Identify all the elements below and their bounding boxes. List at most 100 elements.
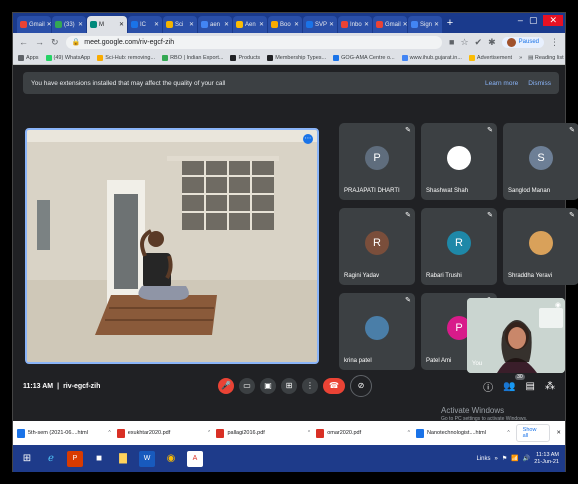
info-icon[interactable]: ⓘ — [483, 379, 493, 394]
browser-tab[interactable]: Sci ✕ — [163, 16, 197, 33]
camera-toggle-button[interactable]: ⊘ — [350, 375, 372, 397]
flag-icon[interactable]: ⚑ — [502, 455, 507, 462]
learn-more-link[interactable]: Learn more — [485, 80, 518, 87]
minimize-icon[interactable]: – — [518, 15, 523, 26]
bookmark-item[interactable]: (49) WhatsApp — [45, 54, 90, 61]
network-icon[interactable]: 📶 — [511, 455, 518, 462]
browser-tab[interactable]: M ✕ — [87, 16, 127, 33]
self-view[interactable]: You ◉ — [467, 298, 565, 373]
close-tab-icon[interactable]: ✕ — [189, 21, 194, 28]
participant-tile[interactable]: ✎ R Ragini Yadav — [339, 208, 415, 285]
chevron-up-icon[interactable]: ^ — [208, 430, 210, 436]
clock[interactable]: 11:13 AM 21-Jun-21 — [534, 452, 559, 466]
more-bookmarks-icon[interactable]: » — [519, 55, 522, 61]
chevron-up-icon[interactable]: ^ — [507, 430, 509, 436]
reload-icon[interactable]: ↻ — [51, 37, 59, 48]
chevron-up-icon[interactable]: ^ — [408, 430, 410, 436]
present-button[interactable]: ⊞ — [281, 378, 297, 394]
bookmark-item[interactable]: Sci-Hub: removing... — [97, 54, 155, 61]
meeting-time: 11:13 AM — [23, 382, 54, 390]
browser-tab[interactable]: (33) ✕ — [52, 16, 86, 33]
close-tab-icon[interactable]: ✕ — [364, 21, 369, 28]
participant-tile[interactable]: ✎ Shashwat Shah — [421, 123, 497, 200]
back-icon[interactable]: ← — [19, 37, 28, 47]
close-downloads-icon[interactable]: ✕ — [556, 430, 561, 436]
bookmark-item[interactable]: Apps — [18, 54, 39, 61]
browser-tab[interactable]: Sign ✕ — [408, 16, 442, 33]
close-tab-icon[interactable]: ✕ — [47, 21, 51, 28]
bookmark-item[interactable]: Membership Types... — [267, 54, 326, 61]
volume-icon[interactable]: 🔊 — [523, 455, 530, 462]
chevron-up-icon[interactable]: ^ — [108, 430, 110, 436]
close-tab-icon[interactable]: ✕ — [224, 21, 229, 28]
extension-check-icon[interactable]: ✔ — [475, 37, 483, 48]
acrobat-icon[interactable]: A — [187, 450, 203, 467]
bookmark-item[interactable]: www.ihub.gujarat.in... — [401, 54, 462, 61]
download-item[interactable]: 5th-sem (2021-06....html ^ — [17, 428, 111, 438]
download-item[interactable]: pallagi2016.pdf ^ — [216, 428, 310, 438]
participant-tile[interactable]: ✎ Shraddha Yeravi — [503, 208, 578, 285]
close-tab-icon[interactable]: ✕ — [434, 21, 439, 28]
video-icon[interactable]: ■ — [91, 451, 107, 467]
participant-tile[interactable]: ✎ S Sanglod Manan — [503, 123, 578, 200]
word-icon[interactable]: W — [139, 450, 155, 467]
more-options-button[interactable]: ⋮ — [302, 378, 318, 394]
activate-title: Activate Windows — [441, 406, 505, 415]
download-item[interactable]: exukhtar2020.pdf ^ — [116, 428, 210, 438]
dismiss-button[interactable]: Dismiss — [528, 80, 551, 87]
new-tab-button[interactable]: + — [443, 17, 457, 29]
close-tab-icon[interactable]: ✕ — [294, 21, 299, 28]
leave-call-button[interactable]: ☎ — [323, 378, 345, 394]
bookmark-item[interactable]: GOG-AMA Centre o... — [333, 54, 395, 61]
bookmark-item[interactable]: Advertisement — [468, 54, 512, 61]
close-tab-icon[interactable]: ✕ — [403, 21, 407, 28]
browser-tab[interactable]: aen ✕ — [198, 16, 232, 33]
tray-arrow-icon[interactable]: » — [495, 456, 498, 462]
chrome-icon[interactable]: ◉ — [163, 451, 179, 467]
mic-toggle-button[interactable]: 🎤 — [218, 378, 234, 394]
close-tab-icon[interactable]: ✕ — [329, 21, 334, 28]
main-video[interactable]: ⋯ ​ — [25, 128, 319, 364]
activities-icon[interactable]: ⁂ — [545, 381, 555, 392]
chat-icon[interactable]: ▤ — [526, 381, 535, 392]
forward-icon[interactable]: → — [35, 37, 44, 47]
raise-hand-button[interactable]: ▣ — [260, 378, 276, 394]
participant-tile[interactable]: ✎ P PRAJAPATI DHARTI — [339, 123, 415, 200]
puzzle-icon[interactable]: ✱ — [488, 37, 496, 48]
browser-tab[interactable]: SVP ✕ — [303, 16, 337, 33]
profile-button[interactable]: Paused — [501, 36, 544, 48]
close-window-icon[interactable]: ✕ — [543, 15, 563, 26]
close-tab-icon[interactable]: ✕ — [259, 21, 264, 28]
download-item[interactable]: omar2020.pdf ^ — [316, 428, 410, 438]
close-tab-icon[interactable]: ✕ — [119, 21, 124, 28]
camera-icon[interactable]: ■ — [449, 37, 454, 47]
close-tab-icon[interactable]: ✕ — [78, 21, 83, 28]
captions-button[interactable]: ▭ — [239, 378, 255, 394]
file-explorer-icon[interactable]: ▇ — [115, 451, 131, 467]
maximize-icon[interactable]: ▢ — [529, 15, 538, 26]
people-button[interactable]: 👥 30 — [503, 373, 525, 392]
browser-tab[interactable]: Gmail ✕ — [17, 16, 51, 33]
browser-tab[interactable]: Gmail ✕ — [373, 16, 407, 33]
more-options-icon[interactable]: ⋯ — [303, 134, 313, 144]
reading-list-button[interactable]: ▤ Reading list — [528, 55, 563, 61]
edge-icon[interactable]: ℯ — [43, 451, 59, 467]
browser-tab[interactable]: Boo ✕ — [268, 16, 302, 33]
powerpoint-icon[interactable]: P — [67, 450, 83, 467]
browser-tab[interactable]: IC ✕ — [128, 16, 162, 33]
participant-tile[interactable]: ✎ krina patel — [339, 293, 415, 370]
bookmark-item[interactable]: RBO | Indian Export... — [162, 54, 223, 61]
download-item[interactable]: Nanotechnologist....html ^ — [415, 428, 510, 438]
browser-tab[interactable]: Aen ✕ — [233, 16, 267, 33]
show-all-button[interactable]: Show all — [515, 424, 551, 442]
star-icon[interactable]: ☆ — [460, 37, 468, 48]
browser-tab[interactable]: Inbo ✕ — [338, 16, 372, 33]
participant-tile[interactable]: ✎ R Rabari Trushi — [421, 208, 497, 285]
tab-favicon-icon — [411, 21, 418, 28]
url-field[interactable]: 🔒 meet.google.com/riv-egcf-zih — [65, 35, 443, 49]
menu-icon[interactable]: ⋮ — [550, 37, 559, 48]
chevron-up-icon[interactable]: ^ — [308, 430, 310, 436]
start-icon[interactable]: ⊞ — [19, 451, 35, 467]
close-tab-icon[interactable]: ✕ — [154, 21, 159, 28]
bookmark-item[interactable]: Products — [230, 54, 260, 61]
